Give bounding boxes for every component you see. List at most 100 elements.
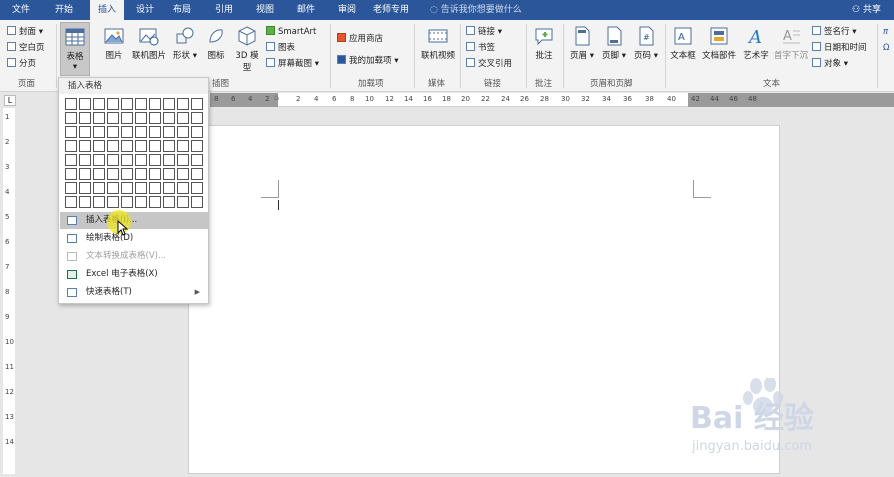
wordart-button[interactable]: A 艺术字 — [740, 25, 772, 61]
page-break-button[interactable]: 分页 — [7, 57, 36, 72]
table-grid-cell[interactable] — [107, 182, 119, 194]
table-grid-cell[interactable] — [121, 126, 133, 138]
table-grid-cell[interactable] — [177, 182, 189, 194]
bookmark-button[interactable]: 书签 — [466, 41, 495, 56]
table-grid-cell[interactable] — [107, 196, 119, 208]
textbox-button[interactable]: A 文本框 — [668, 25, 698, 61]
table-grid-cell[interactable] — [149, 98, 161, 110]
convert-text-to-table-item[interactable]: 文本转换成表格(V)... — [60, 248, 208, 265]
tab-teacher[interactable]: 老师专用 — [367, 0, 415, 20]
table-grid-cell[interactable] — [163, 126, 175, 138]
table-grid-cell[interactable] — [93, 196, 105, 208]
table-grid-cell[interactable] — [191, 196, 203, 208]
table-grid-cell[interactable] — [121, 154, 133, 166]
table-grid-cell[interactable] — [93, 140, 105, 152]
table-grid-cell[interactable] — [177, 140, 189, 152]
online-picture-button[interactable]: 联机图片 — [129, 25, 169, 61]
page-number-button[interactable]: # 页码 ▾ — [632, 25, 660, 61]
table-grid-cell[interactable] — [177, 168, 189, 180]
table-grid-cell[interactable] — [79, 126, 91, 138]
icons-button[interactable]: 图标 — [201, 25, 231, 61]
tab-mailings[interactable]: 邮件 — [291, 0, 321, 20]
draw-table-item[interactable]: 绘制表格(D) — [60, 230, 208, 247]
table-grid-cell[interactable] — [79, 98, 91, 110]
table-grid-cell[interactable] — [135, 140, 147, 152]
tell-me-box[interactable]: ◌ 告诉我你想要做什么 — [430, 0, 522, 20]
table-grid-cell[interactable] — [107, 98, 119, 110]
table-grid-cell[interactable] — [79, 168, 91, 180]
table-grid-cell[interactable] — [191, 140, 203, 152]
table-grid-cell[interactable] — [65, 182, 77, 194]
table-grid-cell[interactable] — [121, 196, 133, 208]
tab-design[interactable]: 设计 — [130, 0, 160, 20]
table-grid-cell[interactable] — [121, 182, 133, 194]
table-grid-cell[interactable] — [107, 168, 119, 180]
quick-parts-button[interactable]: 文档部件 — [700, 25, 738, 61]
footer-button[interactable]: 页脚 ▾ — [600, 25, 628, 61]
store-button[interactable]: 应用商店 — [337, 32, 383, 47]
share-button[interactable]: ⚇ 共享 — [852, 0, 881, 20]
table-grid-cell[interactable] — [191, 98, 203, 110]
header-button[interactable]: 页眉 ▾ — [568, 25, 596, 61]
object-button[interactable]: 对象 ▾ — [812, 57, 848, 72]
vertical-ruler[interactable]: 1 2 3 4 5 6 7 8 9 10 11 12 13 14 — [3, 108, 15, 474]
table-grid-cell[interactable] — [121, 140, 133, 152]
table-grid-cell[interactable] — [177, 196, 189, 208]
datetime-button[interactable]: 日期和时间 — [812, 41, 867, 56]
table-grid-cell[interactable] — [121, 98, 133, 110]
screenshot-button[interactable]: 屏幕截图 ▾ — [266, 57, 319, 72]
table-grid-cell[interactable] — [191, 168, 203, 180]
tab-selector[interactable]: L — [4, 95, 16, 106]
table-grid-cell[interactable] — [163, 168, 175, 180]
table-grid-cell[interactable] — [93, 98, 105, 110]
table-grid-cell[interactable] — [107, 154, 119, 166]
table-grid-cell[interactable] — [93, 112, 105, 124]
table-grid-cell[interactable] — [163, 196, 175, 208]
table-grid-cell[interactable] — [107, 112, 119, 124]
table-button[interactable]: 表格 ▾ — [60, 22, 90, 76]
table-grid-cell[interactable] — [107, 140, 119, 152]
table-grid-cell[interactable] — [163, 154, 175, 166]
table-grid-cell[interactable] — [149, 182, 161, 194]
picture-button[interactable]: 图片 — [100, 25, 128, 61]
smartart-button[interactable]: SmartArt — [266, 25, 316, 40]
table-grid-cell[interactable] — [163, 112, 175, 124]
table-grid-cell[interactable] — [135, 126, 147, 138]
table-grid-cell[interactable] — [163, 182, 175, 194]
table-grid-cell[interactable] — [163, 140, 175, 152]
link-button[interactable]: 链接 ▾ — [466, 25, 502, 40]
tab-file[interactable]: 文件 — [6, 0, 36, 20]
table-grid-cell[interactable] — [177, 112, 189, 124]
tab-review[interactable]: 审阅 — [332, 0, 362, 20]
3d-model-button[interactable]: 3D 模型 — [232, 25, 262, 73]
table-grid-cell[interactable] — [177, 154, 189, 166]
table-grid-cell[interactable] — [135, 168, 147, 180]
quick-tables-item[interactable]: 快速表格(T) ▶ — [60, 284, 208, 301]
dropcap-button[interactable]: A 首字下沉 — [773, 25, 809, 61]
tab-references[interactable]: 引用 — [209, 0, 239, 20]
table-grid-cell[interactable] — [121, 168, 133, 180]
table-grid-cell[interactable] — [135, 196, 147, 208]
cover-page-button[interactable]: 封面 ▾ — [7, 25, 43, 40]
table-grid-cell[interactable] — [135, 154, 147, 166]
table-grid-cell[interactable] — [79, 196, 91, 208]
table-grid-cell[interactable] — [93, 168, 105, 180]
table-grid-cell[interactable] — [93, 126, 105, 138]
table-grid-cell[interactable] — [149, 196, 161, 208]
table-grid-cell[interactable] — [65, 154, 77, 166]
table-grid-cell[interactable] — [149, 112, 161, 124]
tab-view[interactable]: 视图 — [250, 0, 280, 20]
blank-page-button[interactable]: 空白页 — [7, 41, 45, 56]
table-grid-cell[interactable] — [135, 98, 147, 110]
table-grid-cell[interactable] — [191, 154, 203, 166]
symbol-icon[interactable]: Ω — [883, 41, 890, 56]
equation-icon[interactable]: π — [883, 25, 888, 40]
insert-table-item[interactable]: 插入表格(I)... — [60, 212, 208, 229]
tab-home[interactable]: 开始 — [49, 0, 79, 20]
shapes-button[interactable]: 形状 ▾ — [170, 25, 200, 61]
indent-marker[interactable]: ⌂ — [274, 93, 279, 102]
table-grid-cell[interactable] — [107, 126, 119, 138]
comment-button[interactable]: 批注 — [530, 25, 558, 61]
table-grid-cell[interactable] — [149, 168, 161, 180]
signature-line-button[interactable]: 签名行 ▾ — [812, 25, 856, 40]
